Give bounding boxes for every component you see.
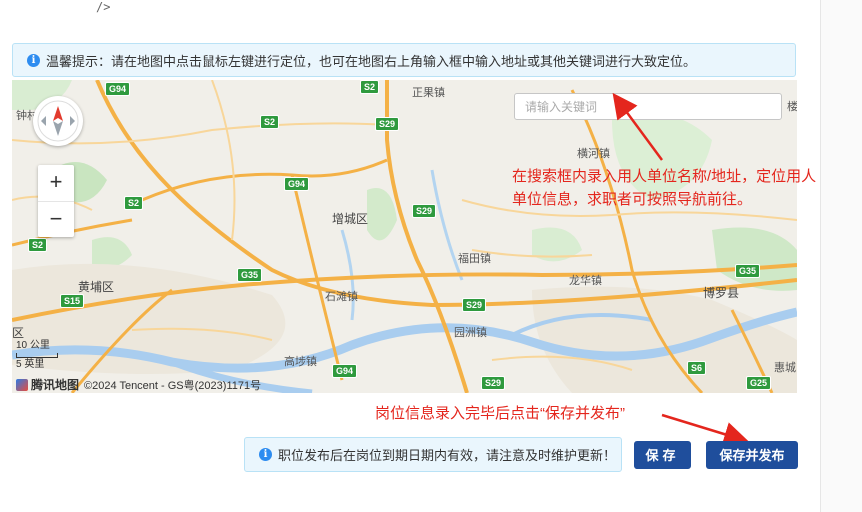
info-icon: i [259, 448, 272, 461]
validity-notice-text: 职位发布后在岗位到期日期内有效，请注意及时维护更新！ [278, 448, 617, 463]
brand-name: 腾讯地图 [31, 378, 80, 392]
route-shield: S2 [124, 196, 144, 210]
map-tip-text: 温馨提示：请在地图中点击鼠标左键进行定位，也可在地图右上角输入框中输入地址或其他… [46, 53, 697, 69]
route-shield: S29 [412, 204, 437, 218]
zoom-in-button[interactable]: + [38, 165, 74, 201]
scale-bar [16, 353, 58, 358]
place-label: 区 [12, 326, 25, 340]
search-hint-line-1: 在搜索框内录入用人单位名称/地址，定位用人 [512, 168, 817, 185]
map-scale: 10 公里 5 英里 [16, 340, 58, 371]
route-shield: G94 [105, 82, 131, 96]
place-label: 石滩镇 [325, 291, 358, 303]
validity-notice: i 职位发布后在岗位到期日期内有效，请注意及时维护更新！ [244, 437, 622, 472]
save-button[interactable]: 保存 [634, 441, 691, 469]
scale-mi-label: 5 英里 [16, 359, 45, 370]
route-shield: G94 [332, 364, 358, 378]
place-label: 黄埔区 [78, 280, 115, 294]
search-hint-line-2: 单位信息，求职者可按照导航前往。 [512, 191, 753, 208]
save-and-publish-button[interactable]: 保存并发布 [706, 441, 798, 469]
place-label: 福田镇 [458, 253, 491, 265]
code-fragment: /> [96, 0, 111, 14]
map-copyright: ©2024 Tencent - GS粤(2023)1171号 [84, 379, 262, 392]
place-label: 楼 [787, 101, 797, 113]
place-label: 横河镇 [577, 148, 610, 160]
compass-control[interactable] [33, 96, 83, 146]
route-shield: G25 [746, 376, 772, 390]
publish-hint-annotation: 岗位信息录入完毕后点击“保存并发布” [375, 405, 625, 422]
right-scroll-rail [820, 0, 862, 512]
route-shield: S29 [375, 117, 400, 131]
place-label: 龙华镇 [569, 275, 602, 287]
route-shield: S2 [260, 115, 280, 129]
route-shield: G94 [284, 177, 310, 191]
route-shield: S6 [687, 361, 707, 375]
route-shield: S29 [462, 298, 487, 312]
map-tip-banner: i 温馨提示：请在地图中点击鼠标左键进行定位，也可在地图右上角输入框中输入地址或… [12, 43, 796, 77]
place-label: 博罗县 [703, 286, 740, 300]
route-shield: S2 [360, 80, 380, 94]
zoom-out-button[interactable]: − [38, 201, 74, 238]
route-shield: S15 [60, 294, 85, 308]
route-shield: G35 [735, 264, 761, 278]
route-shield: S29 [481, 376, 506, 390]
scale-km-label: 10 公里 [16, 340, 50, 351]
search-hint-annotation: 在搜索框内录入用人单位名称/地址，定位用人 单位信息，求职者可按照导航前往。 [512, 165, 816, 211]
map-canvas[interactable]: 正果镇 钟村 横河镇 增城区 福田镇 黄埔区 龙华镇 博罗县 石滩镇 园洲镇 高… [12, 80, 797, 393]
place-label: 惠城 [774, 362, 796, 374]
route-shield: S2 [28, 238, 48, 252]
compass-icon [37, 100, 79, 142]
place-label: 高埗镇 [284, 356, 317, 368]
info-icon: i [27, 53, 40, 67]
zoom-control: + − [38, 165, 74, 237]
place-label: 园洲镇 [454, 327, 487, 339]
route-shield: G35 [237, 268, 263, 282]
map-search-input[interactable] [514, 93, 782, 120]
map-base-layer [12, 80, 797, 393]
tencent-map-logo-icon [16, 378, 28, 391]
map-attribution: 腾讯地图 ©2024 Tencent - GS粤(2023)1171号 [16, 376, 261, 393]
place-label: 增城区 [332, 212, 369, 226]
place-label: 正果镇 [412, 87, 445, 99]
arrow-to-publish-icon [661, 413, 749, 447]
